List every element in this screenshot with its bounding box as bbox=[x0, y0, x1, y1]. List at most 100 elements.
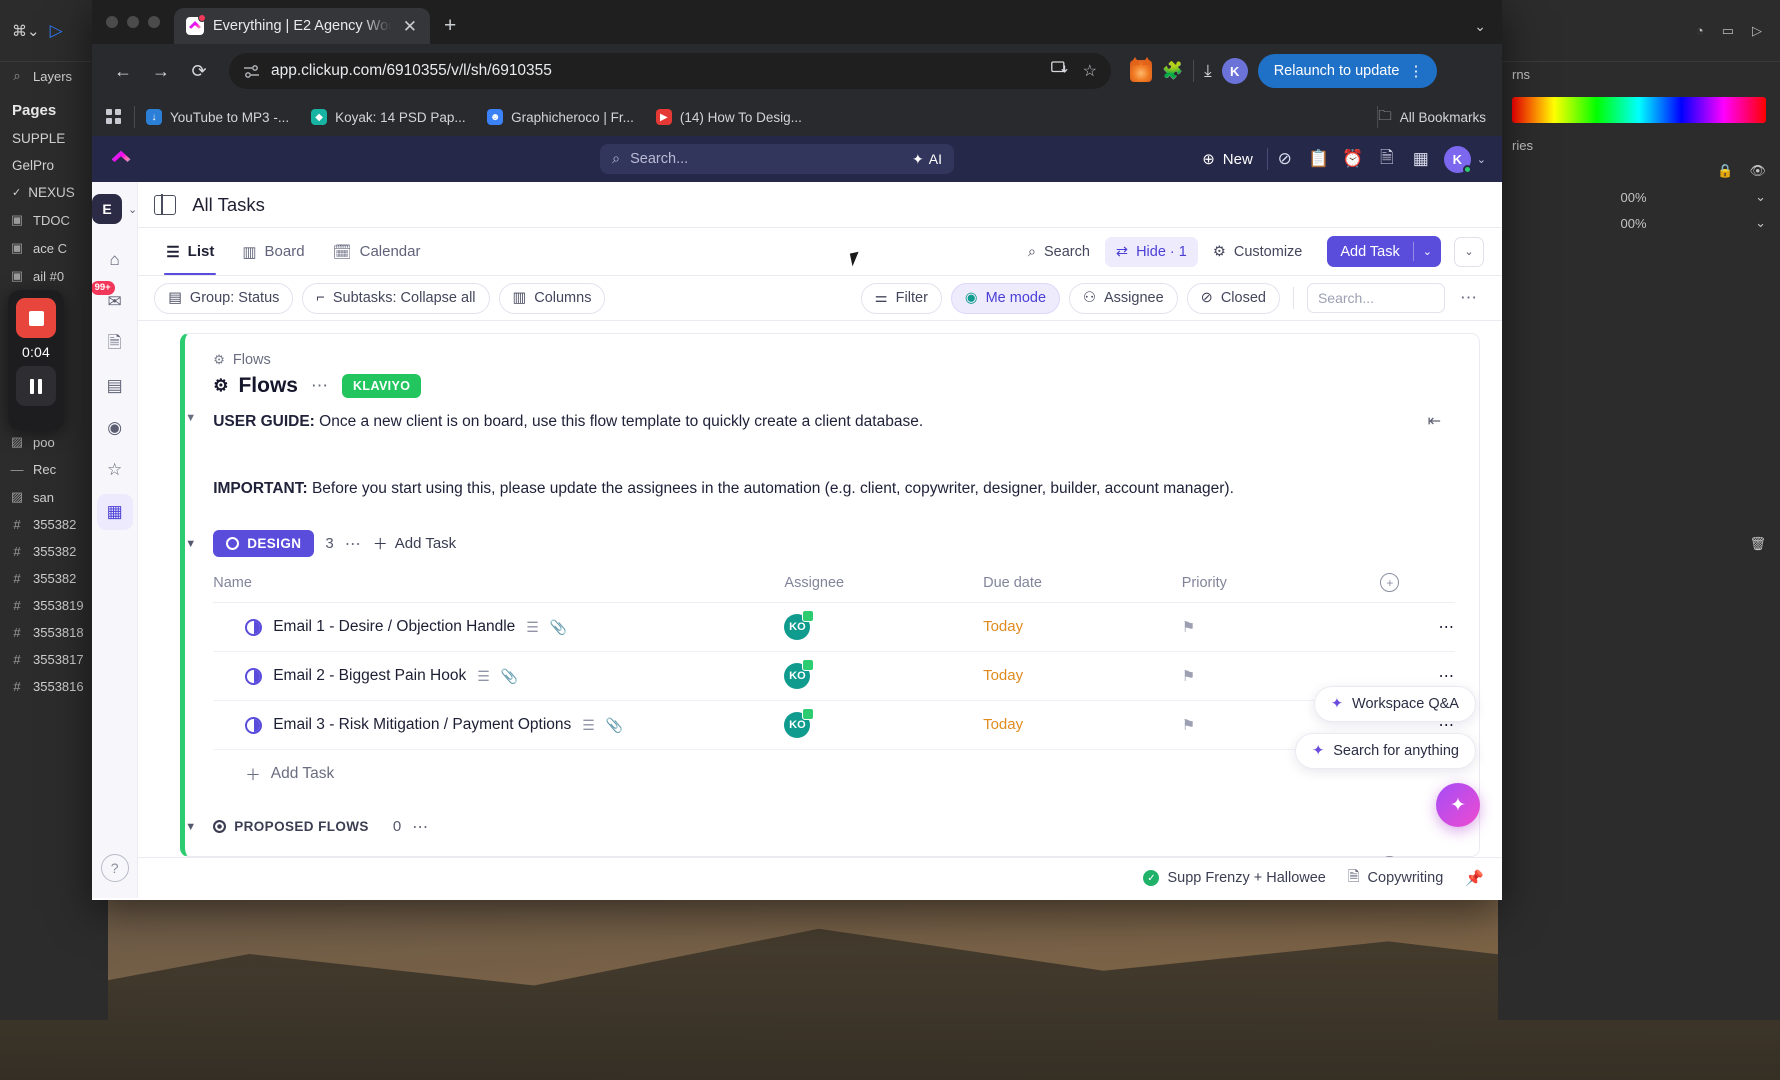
group-collapse-icon-design[interactable]: ▼ bbox=[185, 538, 196, 550]
list-search-input[interactable]: Search... bbox=[1306, 283, 1445, 314]
task-status-icon[interactable] bbox=[245, 716, 263, 734]
maximize-window-button[interactable] bbox=[148, 16, 160, 28]
task-name-cell[interactable]: Email 1 - Desire / Objection Handle ☰ 📎 bbox=[213, 602, 785, 653]
column-header-due-date-2[interactable]: Due date bbox=[983, 850, 1182, 857]
table-row[interactable]: Email 3 - Risk Mitigation / Payment Opti… bbox=[213, 700, 1455, 751]
filters-more-button[interactable]: ⋯ bbox=[1454, 288, 1484, 308]
bottom-doc-chip[interactable]: 🗎 Copywriting bbox=[1348, 866, 1443, 891]
group-collapse-icon-proposed[interactable]: ▼ bbox=[185, 821, 196, 833]
view-more-button[interactable]: ⌄ bbox=[1453, 236, 1484, 267]
play-icon[interactable]: ▷ bbox=[1752, 23, 1762, 39]
column-header-priority[interactable]: Priority bbox=[1181, 567, 1381, 604]
minimize-window-button[interactable] bbox=[127, 16, 139, 28]
back-button[interactable]: ← bbox=[106, 54, 140, 88]
window-controls[interactable] bbox=[106, 0, 174, 44]
check-circle-icon[interactable]: ⊘ bbox=[1268, 144, 1302, 174]
table-row[interactable]: Email 2 - Biggest Pain Hook ☰ 📎 KO Today ⚑ ⋯ bbox=[213, 651, 1455, 702]
workspace-switcher[interactable]: E ⌄ bbox=[92, 194, 137, 224]
column-header-assignee[interactable]: Assignee bbox=[784, 567, 984, 604]
description-collapse-icon[interactable]: ▼ bbox=[185, 410, 196, 427]
task-name-cell[interactable]: Email 2 - Biggest Pain Hook ☰ 📎 bbox=[213, 651, 785, 702]
priority-flag-icon[interactable]: ⚑ bbox=[1182, 619, 1195, 636]
assignee-avatar[interactable]: KO bbox=[784, 708, 815, 739]
color-spectrum[interactable] bbox=[1498, 87, 1780, 133]
tab-list[interactable]: ☰ List bbox=[154, 228, 226, 276]
share-icon[interactable]: ▭ bbox=[1722, 23, 1734, 39]
sidebar-toggle-icon[interactable] bbox=[154, 193, 177, 216]
apps-grid-icon[interactable]: ▦ bbox=[1404, 144, 1438, 174]
downloads-icon[interactable]: ⤓ bbox=[1204, 61, 1212, 81]
hide-button[interactable]: ⇄ Hide · 1 bbox=[1104, 236, 1198, 267]
table-row[interactable]: Email 1 - Desire / Objection Handle ☰ 📎 KO T… bbox=[213, 602, 1455, 653]
extensions-puzzle-icon[interactable]: 🧩 bbox=[1162, 61, 1183, 81]
lock-icon[interactable]: 🔒 bbox=[1717, 163, 1733, 179]
column-header-name-2[interactable]: Name bbox=[213, 850, 785, 857]
add-column-button[interactable]: + bbox=[1380, 567, 1455, 604]
tab-search-chevron-icon[interactable]: ⌄ bbox=[1474, 18, 1486, 35]
ai-button[interactable]: ✦ AI bbox=[912, 151, 942, 168]
metamask-fox-icon[interactable] bbox=[1130, 57, 1152, 82]
closed-filter-button[interactable]: ⊘ Closed bbox=[1186, 282, 1280, 314]
bookmark-item-0[interactable]: ↓ YouTube to MP3 -... bbox=[135, 109, 300, 125]
relaunch-to-update-button[interactable]: Relaunch to update ⋮ bbox=[1257, 54, 1438, 88]
figma-menu-icon[interactable]: ⌘⌄ bbox=[12, 22, 40, 40]
add-task-caret-icon[interactable]: ⌄ bbox=[1414, 236, 1441, 267]
group-kebab-proposed[interactable]: ⋯ bbox=[412, 817, 429, 837]
group-by-button[interactable]: ▤ Group: Status bbox=[154, 282, 294, 314]
doc-icon[interactable]: 🗎 bbox=[1370, 144, 1404, 174]
rail-clips-icon[interactable]: ◉ bbox=[97, 410, 133, 446]
profile-avatar[interactable]: K bbox=[1221, 58, 1248, 84]
pin-icon[interactable]: 📌 bbox=[1465, 869, 1484, 887]
add-task-button[interactable]: Add Task ⌄ bbox=[1327, 236, 1441, 268]
rail-home-icon[interactable]: ⌂ bbox=[97, 242, 133, 278]
pause-recording-button[interactable] bbox=[16, 366, 56, 406]
global-search-input[interactable]: ⌕ Search... ✦ AI bbox=[600, 144, 954, 174]
clickup-logo[interactable] bbox=[108, 146, 134, 172]
panel-collapse-icon[interactable]: ⇤ bbox=[1428, 410, 1441, 434]
list-title[interactable]: ⚙ Flows bbox=[213, 374, 298, 398]
new-button[interactable]: ⊕ New bbox=[1202, 150, 1267, 169]
column-header-name[interactable]: Name bbox=[213, 567, 785, 604]
task-assignee-cell[interactable]: KO bbox=[784, 602, 984, 653]
rail-docs-icon[interactable]: 🗎 bbox=[97, 326, 133, 362]
clipboard-icon[interactable]: 📋 bbox=[1302, 144, 1336, 174]
rail-apps-icon[interactable]: ▦ bbox=[96, 494, 133, 530]
bookmark-item-3[interactable]: ▶ (14) How To Desig... bbox=[645, 109, 813, 125]
bookmark-items[interactable]: ↓ YouTube to MP3 -... ◆ Koyak: 14 PSD Pap..… bbox=[135, 109, 813, 125]
alarm-clock-icon[interactable]: ⏰ bbox=[1336, 144, 1370, 174]
eye-icon[interactable]: 👁 bbox=[1749, 163, 1766, 179]
avatar-chevron-icon[interactable]: ⌄ bbox=[1477, 153, 1486, 166]
task-assignee-cell[interactable]: KO bbox=[784, 651, 984, 702]
column-header-priority-2[interactable]: Priority bbox=[1181, 850, 1381, 857]
task-status-icon[interactable] bbox=[245, 667, 263, 685]
reload-button[interactable]: ⟳ bbox=[182, 54, 216, 88]
new-tab-button[interactable]: + bbox=[430, 8, 470, 44]
filter-button[interactable]: ⚌ Filter bbox=[860, 282, 942, 314]
browser-tab-active[interactable]: Everything | E2 Agency Works ✕ bbox=[174, 8, 430, 44]
list-title-kebab[interactable]: ⋯ bbox=[311, 376, 329, 396]
forward-button[interactable]: → bbox=[144, 54, 178, 88]
assignee-avatar[interactable]: KO bbox=[784, 659, 815, 690]
task-due-cell[interactable]: Today bbox=[983, 651, 1182, 702]
task-due-cell[interactable]: Today bbox=[983, 700, 1182, 751]
view-search-button[interactable]: ⌕ Search bbox=[1017, 237, 1101, 267]
chevron-down-icon-1[interactable]: ⌄ bbox=[1755, 189, 1766, 205]
group-kebab-design[interactable]: ⋯ bbox=[345, 534, 362, 554]
rail-dashboards-icon[interactable]: ▤ bbox=[97, 368, 133, 404]
right-panel-toolbar[interactable]: ◔ ▭ ▷ bbox=[1498, 0, 1780, 62]
status-chip-proposed[interactable]: PROPOSED FLOWS bbox=[213, 813, 382, 841]
stop-recording-button[interactable] bbox=[16, 298, 56, 338]
bookmark-item-2[interactable]: ☻ Graphicheroco | Fr... bbox=[476, 109, 645, 125]
all-bookmarks-button[interactable]: 🗀 All Bookmarks bbox=[1378, 106, 1488, 129]
customize-button[interactable]: ⚙ Customize bbox=[1202, 237, 1314, 267]
task-row-kebab[interactable]: ⋯ bbox=[1380, 602, 1455, 653]
task-assignee-cell[interactable]: KO bbox=[784, 700, 984, 751]
tab-calendar[interactable]: 🗓 Calendar bbox=[321, 228, 433, 275]
apps-grid-icon[interactable] bbox=[106, 109, 122, 125]
install-app-icon[interactable] bbox=[1050, 60, 1069, 82]
group-add-task-design[interactable]: ＋ Add Task bbox=[373, 533, 456, 554]
task-name-cell[interactable]: Email 3 - Risk Mitigation / Payment Opti… bbox=[213, 700, 785, 751]
trash-icon[interactable]: 🗑 bbox=[1749, 536, 1766, 552]
task-priority-cell[interactable]: ⚑ bbox=[1181, 602, 1381, 653]
task-due-cell[interactable]: Today bbox=[983, 602, 1182, 653]
